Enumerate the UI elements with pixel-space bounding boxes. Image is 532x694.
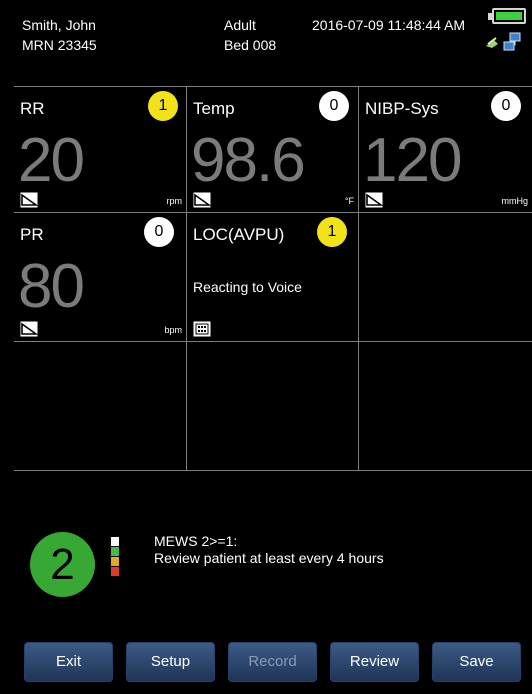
- exit-button[interactable]: Exit: [24, 642, 113, 682]
- tile-empty: [359, 342, 532, 471]
- vital-value: 80: [18, 252, 85, 321]
- bed-number: Bed 008: [224, 37, 277, 53]
- unit-label: °F: [344, 196, 354, 206]
- tile-label: LOC(AVPU): [193, 225, 285, 244]
- patient-mrn: MRN 23345: [22, 37, 97, 53]
- mews-message: MEWS 2>=1: Review patient at least every…: [154, 533, 384, 567]
- tile-nibp-sys[interactable]: NIBP-Sys 0 120 mmHg: [359, 86, 532, 213]
- tile-label: RR: [20, 99, 45, 118]
- patient-name: Smith, John: [22, 17, 96, 33]
- tile-rr[interactable]: RR 1 20 rpm: [14, 86, 187, 213]
- vital-value: 20: [18, 126, 85, 195]
- patient-type: Adult: [224, 17, 256, 33]
- trend-icon[interactable]: [365, 192, 383, 208]
- record-button[interactable]: Record: [228, 642, 317, 682]
- tile-empty: [359, 213, 532, 342]
- save-button[interactable]: Save: [432, 642, 521, 682]
- battery-icon: [488, 8, 526, 24]
- unit-label: bpm: [164, 325, 182, 335]
- tile-label: NIBP-Sys: [365, 99, 439, 118]
- tile-label: PR: [20, 225, 44, 244]
- review-button[interactable]: Review: [330, 642, 419, 682]
- tile-pr[interactable]: PR 0 80 bpm: [14, 213, 187, 342]
- loc-status: Reacting to Voice: [193, 279, 302, 295]
- score-badge: 1: [148, 91, 178, 121]
- mews-rule: MEWS 2>=1:: [154, 533, 238, 549]
- patient-header: Smith, John MRN 23345 Adult Bed 008 2016…: [0, 0, 532, 86]
- mews-recommendation: Review patient at least every 4 hours: [154, 550, 384, 566]
- vital-value: 120: [363, 126, 462, 195]
- score-badge: 0: [144, 217, 174, 247]
- date-time: 2016-07-09 11:48:44 AM: [312, 17, 466, 33]
- tile-loc-avpu[interactable]: LOC(AVPU) 1 Reacting to Voice: [187, 213, 359, 342]
- score-badge: 0: [319, 91, 349, 121]
- trend-icon[interactable]: [193, 192, 211, 208]
- score-level-icon: [111, 537, 119, 576]
- keypad-icon[interactable]: [193, 321, 211, 337]
- score-badge: 0: [491, 91, 521, 121]
- tile-empty: [14, 342, 187, 471]
- network-icon: [486, 32, 521, 51]
- tile-label: Temp: [193, 99, 235, 118]
- tile-empty: [187, 342, 359, 471]
- trend-icon[interactable]: [20, 321, 38, 337]
- unit-label: mmHg: [501, 196, 529, 206]
- mews-total-score: 2: [30, 532, 95, 597]
- unit-label: rpm: [166, 196, 183, 206]
- trend-icon[interactable]: [20, 192, 38, 208]
- parameter-grid: RR 1 20 rpm Temp 0 98.6 °F NIBP-Sys 0 12…: [14, 86, 532, 471]
- setup-button[interactable]: Setup: [126, 642, 215, 682]
- vital-value: 98.6: [191, 126, 306, 195]
- tile-temp[interactable]: Temp 0 98.6 °F: [187, 86, 359, 213]
- score-badge: 1: [317, 217, 347, 247]
